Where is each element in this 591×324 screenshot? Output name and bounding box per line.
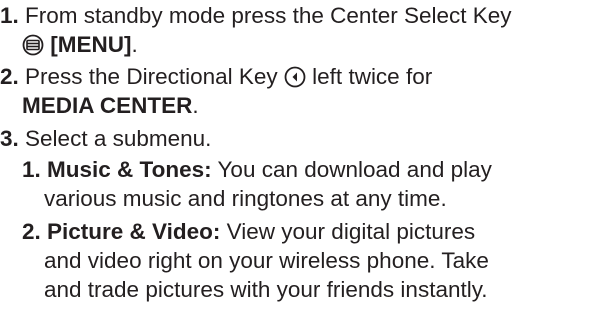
menu-key-label: [MENU] [50, 32, 132, 57]
step-2-line-2: MEDIA CENTER. [22, 92, 199, 119]
step-number: 3. [0, 126, 19, 151]
step-number: 1. [0, 3, 19, 28]
step-text: Select a submenu. [25, 126, 212, 151]
submenu-desc-continued: and video right on your wireless phone. … [44, 247, 489, 274]
directional-key-left-icon [284, 66, 306, 88]
step-2-line-1: 2. Press the Directional Key left twice … [0, 63, 432, 90]
center-select-key-icon [22, 34, 44, 56]
submenu-title: 2. Picture & Video: [22, 219, 221, 244]
step-text: Press the Directional Key [25, 64, 278, 89]
media-center-label: MEDIA CENTER [22, 93, 193, 118]
submenu-desc-continued: and trade pictures with your friends ins… [44, 276, 488, 303]
submenu-desc-line: and video right on your wireless phone. … [44, 248, 489, 273]
submenu-item-picture-video: 2. Picture & Video: View your digital pi… [22, 218, 475, 245]
submenu-desc: You can download and play [217, 157, 492, 182]
step-3-line-1: 3. Select a submenu. [0, 125, 211, 152]
submenu-desc-continued: various music and ringtones at any time. [44, 185, 447, 212]
step-text: From standby mode press the Center Selec… [25, 3, 512, 28]
step-text-end: . [192, 93, 199, 118]
submenu-desc-line: and trade pictures with your friends ins… [44, 277, 488, 302]
submenu-title: 1. Music & Tones: [22, 157, 212, 182]
step-text-end: . [131, 32, 138, 57]
submenu-item-music-tones: 1. Music & Tones: You can download and p… [22, 156, 492, 183]
submenu-desc: View your digital pictures [226, 219, 476, 244]
step-text: left twice for [312, 64, 433, 89]
submenu-desc-line: various music and ringtones at any time. [44, 186, 447, 211]
step-1-line-1: 1. From standby mode press the Center Se… [0, 2, 512, 29]
step-number: 2. [0, 64, 19, 89]
step-1-line-2: [MENU]. [22, 31, 138, 58]
